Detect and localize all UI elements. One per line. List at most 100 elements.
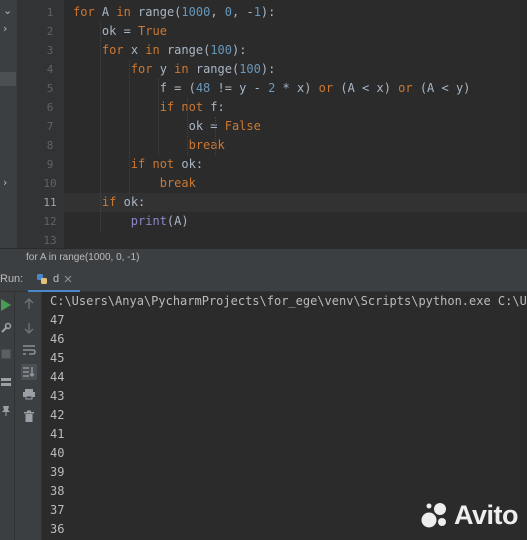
chevron-right-icon[interactable]: › (3, 176, 13, 189)
project-panel-strip: ⌄ › › (0, 0, 18, 248)
close-icon[interactable] (64, 275, 72, 283)
scroll-to-end-icon[interactable] (21, 364, 37, 380)
code-token: ): (232, 43, 247, 57)
line-number: 12 (43, 215, 57, 228)
code-line: ok = True (73, 22, 167, 41)
code-token: 100 (239, 62, 261, 76)
breadcrumb[interactable]: for A in range(1000, 0, -1) (26, 252, 139, 263)
code-token: print (130, 214, 167, 228)
code-token: for (130, 62, 160, 76)
code-editor[interactable]: ⌄ › › 1 2 3 4 5 6 7 8 9 10 11 12 13 for A in range(1… (0, 0, 527, 248)
code-token: A (101, 5, 117, 19)
line-number: 10 (43, 177, 57, 190)
left-tool-strip (0, 292, 15, 540)
wrench-icon[interactable] (0, 322, 12, 334)
line-number-gutter: 1 2 3 4 5 6 7 8 9 10 11 12 13 (18, 0, 64, 248)
code-token: True (138, 24, 167, 38)
code-token: break (188, 138, 225, 152)
code-line: for y in range(100): (73, 60, 276, 79)
tab-label: d (53, 273, 60, 285)
console-output-line: 38 (50, 484, 65, 498)
avito-wordmark: Avito (454, 499, 519, 530)
console-command-line: C:\Users\Anya\PycharmProjects\for_ege\ve… (50, 294, 527, 308)
soft-wrap-icon[interactable] (21, 342, 37, 358)
code-token: or (398, 81, 413, 95)
line-number: 7 (46, 120, 54, 133)
indent-guide (215, 117, 217, 155)
code-token: if (101, 195, 124, 209)
line-number: 6 (46, 101, 54, 114)
code-token: (A < y) (412, 81, 471, 95)
code-token: ): (260, 62, 276, 76)
code-token: if not (130, 157, 182, 171)
console-output-line: 45 (50, 351, 65, 365)
chevron-down-icon[interactable]: ⌄ (3, 4, 13, 17)
indent-guide (186, 98, 188, 155)
code-token: for (101, 43, 131, 57)
console-output-line: 47 (50, 313, 65, 327)
tab-run-config[interactable]: d (28, 268, 81, 292)
console-output-line: 37 (50, 503, 65, 517)
code-token: False (224, 119, 261, 133)
code-token: ok: (123, 195, 146, 209)
code-line: print(A) (73, 212, 189, 231)
code-line: break (73, 136, 225, 155)
tree-item[interactable] (0, 160, 16, 174)
line-number: 13 (43, 234, 57, 247)
console-output-line: 41 (50, 427, 65, 441)
console-output-line: 39 (50, 465, 65, 479)
indent-guide (128, 60, 130, 193)
code-token: (A < x) (333, 81, 399, 95)
play-icon[interactable] (0, 298, 12, 312)
code-token: range( (166, 43, 211, 57)
pin-icon[interactable] (0, 404, 12, 416)
console-output-line: 42 (50, 408, 65, 422)
indent-guide (99, 22, 101, 231)
arrow-down-icon[interactable] (21, 320, 37, 336)
chevron-right-icon[interactable]: › (3, 22, 13, 35)
code-token: 100 (210, 43, 232, 57)
code-token: range (138, 5, 175, 19)
code-token: != y - (210, 81, 269, 95)
line-number: 2 (46, 25, 54, 38)
run-toolbar (15, 292, 42, 540)
code-token: or (318, 81, 334, 95)
code-token: range( (195, 62, 240, 76)
trash-icon[interactable] (21, 408, 37, 424)
console-output-line: 46 (50, 332, 65, 346)
code-token: in (116, 5, 139, 19)
run-label: Run: (0, 273, 24, 285)
line-number: 9 (46, 158, 54, 171)
line-number: 4 (46, 63, 54, 76)
stop-icon[interactable] (0, 348, 12, 360)
code-token: , - (232, 5, 254, 19)
console-output-line: 43 (50, 389, 65, 403)
avito-logo-icon (421, 503, 446, 528)
code-token: (A) (166, 214, 189, 228)
line-number: 1 (46, 6, 54, 19)
code-line: for A in range(1000, 0, -1): (73, 3, 275, 22)
console-output-line: 40 (50, 446, 65, 460)
console-output-line: 36 (50, 522, 65, 536)
print-icon[interactable] (21, 386, 37, 402)
arrow-up-icon[interactable] (21, 296, 37, 312)
code-token: f: (210, 100, 225, 114)
line-number: 8 (46, 139, 54, 152)
line-number: 11 (43, 196, 57, 209)
selected-tree-item[interactable] (0, 72, 16, 86)
code-token: f = ( (73, 81, 196, 95)
code-line: if ok: (73, 193, 145, 212)
code-token: for (73, 5, 102, 19)
line-number: 5 (46, 82, 54, 95)
code-line: if not ok: (73, 155, 203, 174)
code-line: f = (48 != y - 2 * x) or (A < x) or (A <… (73, 79, 471, 98)
avito-watermark: Avito (420, 498, 519, 532)
layout-icon[interactable] (0, 376, 12, 388)
